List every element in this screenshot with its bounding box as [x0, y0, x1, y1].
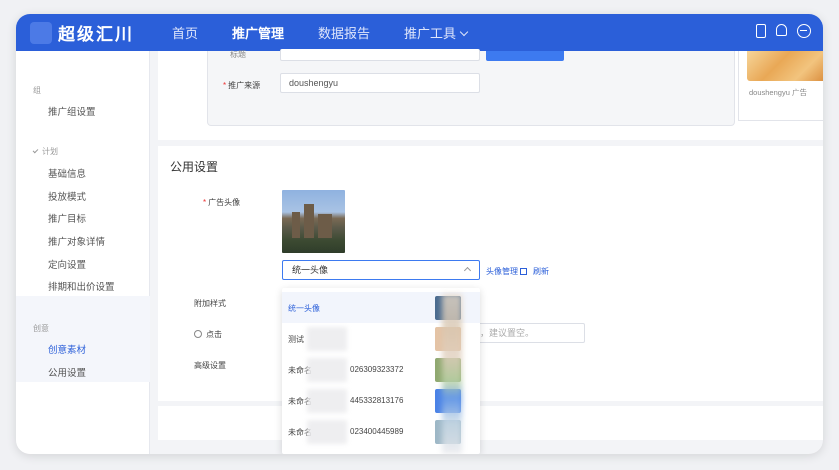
top-nav-bar: 超级汇川 首页 推广管理 数据报告 推广工具	[16, 14, 823, 51]
sidebar-group-plan: 计划	[32, 146, 58, 157]
bell-icon[interactable]	[776, 24, 787, 36]
sidebar-item-promo-object-detail[interactable]: 推广对象详情	[48, 234, 105, 248]
check-icon	[32, 147, 39, 154]
nav-promotion-tools[interactable]: 推广工具	[404, 23, 469, 42]
avatar-select-value: 统一头像	[292, 265, 329, 275]
option-number: 445332813176	[350, 396, 404, 405]
option-number: 026309323372	[350, 365, 404, 374]
sidebar-item-creative-material[interactable]: 创意素材	[48, 342, 86, 356]
castle-tower	[318, 214, 332, 238]
nav-data-report[interactable]: 数据报告	[318, 23, 370, 42]
truncated-label: 标题	[230, 50, 246, 59]
promo-source-label: * 推广来源	[223, 80, 260, 91]
preview-caption: doushengyu 广告	[749, 88, 807, 97]
option-number: 023400445989	[350, 427, 404, 436]
avatar-manage-link[interactable]: 头像管理	[486, 266, 527, 277]
help-icon[interactable]	[194, 330, 202, 338]
avatar-label: * 广告头像	[203, 197, 240, 208]
app-window: 超级汇川 首页 推广管理 数据报告 推广工具 组 推广组设置 计划 基础信息 投…	[16, 14, 823, 454]
click-url-input[interactable]: 能，建议置空。	[462, 323, 585, 343]
advanced-settings-label[interactable]: 高级设置	[194, 360, 226, 371]
required-mark: *	[223, 81, 227, 90]
chevron-down-icon	[459, 27, 469, 37]
ad-detail-panel: 标题 * 推广来源 doushengyu	[207, 49, 735, 126]
click-label: 点击	[194, 329, 222, 340]
bottom-card	[158, 406, 823, 440]
sidebar-item-delivery-mode[interactable]: 投放模式	[48, 189, 86, 203]
sidebar-item-schedule-bid[interactable]: 排期和出价设置	[48, 279, 115, 293]
option-label: 测试	[288, 335, 304, 344]
avatar-label-text: 广告头像	[208, 198, 241, 207]
chevron-up-icon	[463, 266, 472, 275]
castle-tower	[292, 212, 300, 238]
brand-title: 超级汇川	[58, 25, 134, 44]
redaction-blur	[307, 389, 347, 413]
top-icons	[746, 24, 811, 38]
more-icon[interactable]	[797, 24, 811, 38]
main-nav: 首页 推广管理 数据报告 推广工具	[172, 14, 501, 51]
sidebar-item-basic-info[interactable]: 基础信息	[48, 166, 86, 180]
redaction-blur	[307, 358, 347, 382]
avatar-select[interactable]: 统一头像	[282, 260, 480, 280]
logo-icon	[30, 22, 52, 44]
ad-preview-card: doushengyu 广告	[738, 51, 823, 121]
option-label: 统一头像	[288, 304, 320, 313]
nav-promotion-tools-label: 推广工具	[404, 26, 457, 41]
click-label-text: 点击	[206, 330, 222, 339]
title-input[interactable]	[280, 49, 480, 61]
promo-source-label-text: 推广来源	[228, 81, 261, 90]
nav-promotion-management[interactable]: 推广管理	[232, 23, 284, 42]
sidebar-item-group-setting[interactable]: 推广组设置	[48, 104, 96, 118]
sidebar-item-promo-goal[interactable]: 推广目标	[48, 211, 86, 225]
avatar-image[interactable]	[282, 190, 345, 253]
preview-image	[747, 51, 823, 81]
thumbnail-blur-strip	[442, 294, 462, 454]
tablet-icon[interactable]	[756, 24, 766, 38]
required-mark: *	[203, 198, 207, 207]
redaction-blur	[307, 420, 347, 444]
external-link-icon	[520, 268, 527, 275]
avatar-manage-link-text: 头像管理	[486, 267, 518, 276]
nav-home[interactable]: 首页	[172, 23, 198, 42]
sidebar-group-creative: 创意	[33, 324, 49, 333]
redaction-blur	[307, 327, 347, 351]
sidebar-item-public-settings[interactable]: 公用设置	[48, 365, 86, 379]
add-button[interactable]	[486, 51, 564, 61]
sidebar-group-plan-label: 计划	[42, 147, 58, 156]
promo-source-input[interactable]: doushengyu	[280, 73, 480, 93]
extra-style-label: 附加样式	[194, 299, 226, 308]
sidebar-item-targeting[interactable]: 定向设置	[48, 257, 86, 271]
castle-tower	[304, 204, 314, 238]
sidebar: 组 推广组设置 计划 基础信息 投放模式 推广目标 推广对象详情 定向设置 排期…	[16, 51, 150, 454]
sidebar-group-adgroup: 组	[33, 86, 41, 95]
public-settings-title: 公用设置	[170, 160, 219, 174]
refresh-link[interactable]: 刷新	[533, 266, 549, 277]
